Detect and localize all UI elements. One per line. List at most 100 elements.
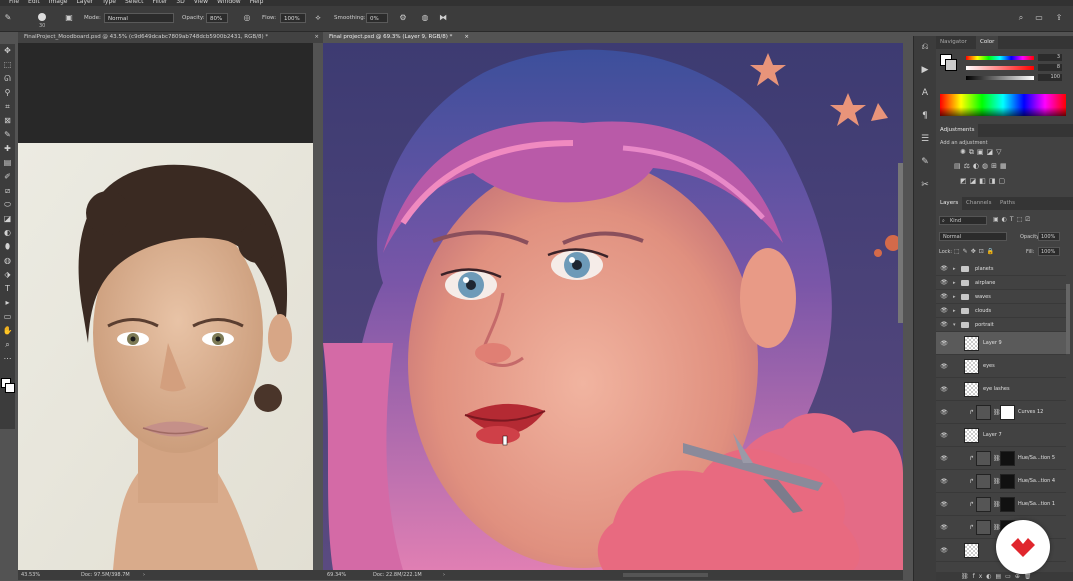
moodboard-canvas[interactable] (18, 43, 313, 570)
menu-item-select[interactable]: Select (125, 0, 144, 5)
history-icon[interactable]: ⎌ (914, 36, 936, 59)
smoothing-input[interactable]: 0% (366, 13, 388, 23)
tool-icon-17[interactable]: T (0, 282, 15, 296)
layers-scrollbar[interactable] (1066, 284, 1070, 354)
brush-tool-icon[interactable]: ✎ (3, 13, 13, 23)
status-menu-arrow[interactable]: › (143, 570, 145, 580)
saturation-slider[interactable] (966, 66, 1034, 70)
visibility-eye-icon[interactable]: 👁 (940, 424, 948, 446)
fill-input[interactable]: 100% (1038, 247, 1060, 256)
horizontal-scrollbar[interactable] (623, 573, 708, 577)
close-icon[interactable]: × (464, 32, 469, 43)
pressure-opacity-icon[interactable]: ◎ (242, 13, 252, 23)
visibility-eye-icon[interactable]: 👁 (940, 447, 948, 469)
color-spectrum[interactable] (940, 94, 1066, 116)
layer-opacity-input[interactable]: 100% (1038, 232, 1060, 241)
menu-item-image[interactable]: Image (49, 0, 68, 5)
visibility-eye-icon[interactable]: 👁 (940, 493, 948, 515)
tool-icon-15[interactable]: ◍ (0, 254, 15, 268)
visibility-eye-icon[interactable]: 👁 (940, 401, 948, 423)
hue-slider[interactable] (966, 56, 1034, 60)
layer-row[interactable]: 👁 eyes (936, 355, 1066, 378)
airbrush-icon[interactable]: ⟡ (313, 13, 323, 23)
brush-preset-dot[interactable] (38, 13, 46, 21)
tool-icon-3[interactable]: ⚲ (0, 86, 15, 100)
visibility-eye-icon[interactable]: 👁 (940, 332, 948, 354)
menu-item-layer[interactable]: Layer (76, 0, 93, 5)
tool-icon-4[interactable]: ⌗ (0, 100, 15, 114)
visibility-eye-icon[interactable]: 👁 (940, 262, 948, 276)
layer-group-row[interactable]: 👁 ▾ portrait (936, 318, 1066, 332)
brush-settings-icon[interactable]: ✎ (914, 151, 936, 174)
visibility-eye-icon[interactable]: 👁 (940, 516, 948, 538)
layer-group-row[interactable]: 👁 ▸ airplane (936, 276, 1066, 290)
tab-moodboard[interactable]: FinalProject_Moodboard.psd @ 43.5% (c9d6… (18, 32, 323, 43)
layer-filter-icons[interactable]: ▣◐T⬚⎚ (993, 216, 1033, 224)
tool-icon-11[interactable]: ⬭ (0, 198, 15, 212)
status-menu-arrow[interactable]: › (443, 570, 445, 580)
tool-icon-13[interactable]: ◐ (0, 226, 15, 240)
visibility-eye-icon[interactable]: 👁 (940, 539, 948, 561)
opacity-input[interactable]: 80% (206, 13, 228, 23)
visibility-eye-icon[interactable]: 👁 (940, 355, 948, 377)
layer-group-row[interactable]: 👁 ▸ waves (936, 290, 1066, 304)
adjustment-icons-row-1[interactable]: ✺⧉▣◪▽ (960, 148, 1004, 157)
menu-item-type[interactable]: Type (102, 0, 116, 5)
layer-row[interactable]: 👁 Layer 9 (936, 332, 1066, 355)
background-color-swatch[interactable] (945, 59, 957, 71)
share-icon[interactable]: ⇪ (1054, 13, 1064, 23)
brightness-value[interactable]: 100 (1038, 74, 1062, 81)
zoom-level[interactable]: 43.53% (21, 570, 40, 580)
pressure-size-icon[interactable]: ◍ (420, 13, 430, 23)
tool-icon-8[interactable]: ▤ (0, 156, 15, 170)
tab-final-project[interactable]: Final project.psd @ 69.3% (Layer 9, RGB/… (323, 32, 473, 43)
tool-icon-1[interactable]: ⬚ (0, 58, 15, 72)
layer-group-row[interactable]: 👁 ▸ planets (936, 262, 1066, 276)
tool-icon-16[interactable]: ⬗ (0, 268, 15, 282)
tool-icon-14[interactable]: ⬮ (0, 240, 15, 254)
tab-channels[interactable]: Channels (962, 197, 995, 210)
brightness-slider[interactable] (966, 76, 1034, 80)
layer-row[interactable]: 👁 ↱ ⛓ Curves 12 (936, 401, 1066, 424)
chevron-right-icon[interactable]: ▸ (953, 304, 956, 318)
tool-presets-icon[interactable]: ✂ (914, 174, 936, 197)
tool-icon-18[interactable]: ▸ (0, 296, 15, 310)
lock-icons[interactable]: ⬚✎✥⊡🔒 (954, 248, 997, 255)
layer-row[interactable]: 👁 ↱ ⛓ Hue/Sa...tion 1 (936, 493, 1066, 516)
visibility-eye-icon[interactable]: 👁 (940, 290, 948, 304)
paragraph-icon[interactable]: ¶ (914, 105, 936, 128)
symmetry-icon[interactable]: ⧓ (438, 13, 448, 23)
tool-icon-12[interactable]: ◪ (0, 212, 15, 226)
tab-navigator[interactable]: Navigator (936, 36, 971, 49)
layer-filter-kind[interactable]: ⌕ Kind (939, 216, 987, 225)
blend-mode-select[interactable]: Normal (939, 232, 1007, 241)
workspace-icon[interactable]: ▭ (1034, 13, 1044, 23)
chevron-right-icon[interactable]: ▸ (953, 290, 956, 304)
tab-layers[interactable]: Layers (936, 197, 963, 210)
adjustment-icons-row-3[interactable]: ◩◪◧◨▢ (960, 177, 1008, 185)
tool-icon-9[interactable]: ✐ (0, 170, 15, 184)
hue-value[interactable]: 3 (1038, 54, 1062, 61)
layer-row[interactable]: 👁 Layer 7 (936, 424, 1066, 447)
menu-item-3d[interactable]: 3D (176, 0, 184, 5)
tab-adjustments[interactable]: Adjustments (936, 124, 979, 137)
menu-item-help[interactable]: Help (250, 0, 264, 5)
brush-settings-icon[interactable]: ▣ (64, 13, 74, 23)
adjustment-icons-row-2[interactable]: ▤⚖◐◍⊞▦ (954, 162, 1010, 170)
menu-item-window[interactable]: Window (217, 0, 241, 5)
chevron-right-icon[interactable]: ▸ (953, 262, 956, 276)
layer-group-row[interactable]: 👁 ▸ clouds (936, 304, 1066, 318)
visibility-eye-icon[interactable]: 👁 (940, 276, 948, 290)
properties-icon[interactable]: ☰ (914, 128, 936, 151)
zoom-level[interactable]: 69.34% (327, 570, 346, 580)
tool-icon-10[interactable]: ⧄ (0, 184, 15, 198)
tab-paths[interactable]: Paths (996, 197, 1019, 210)
tool-icon-20[interactable]: ✋ (0, 324, 15, 338)
tool-icon-6[interactable]: ✎ (0, 128, 15, 142)
flow-input[interactable]: 100% (280, 13, 306, 23)
visibility-eye-icon[interactable]: 👁 (940, 304, 948, 318)
tool-icon-2[interactable]: ᘏ (0, 72, 15, 86)
tool-icon-7[interactable]: ✚ (0, 142, 15, 156)
tool-icon-19[interactable]: ▭ (0, 310, 15, 324)
layer-row[interactable]: 👁 ↱ ⛓ Hue/Sa...tion 5 (936, 447, 1066, 470)
